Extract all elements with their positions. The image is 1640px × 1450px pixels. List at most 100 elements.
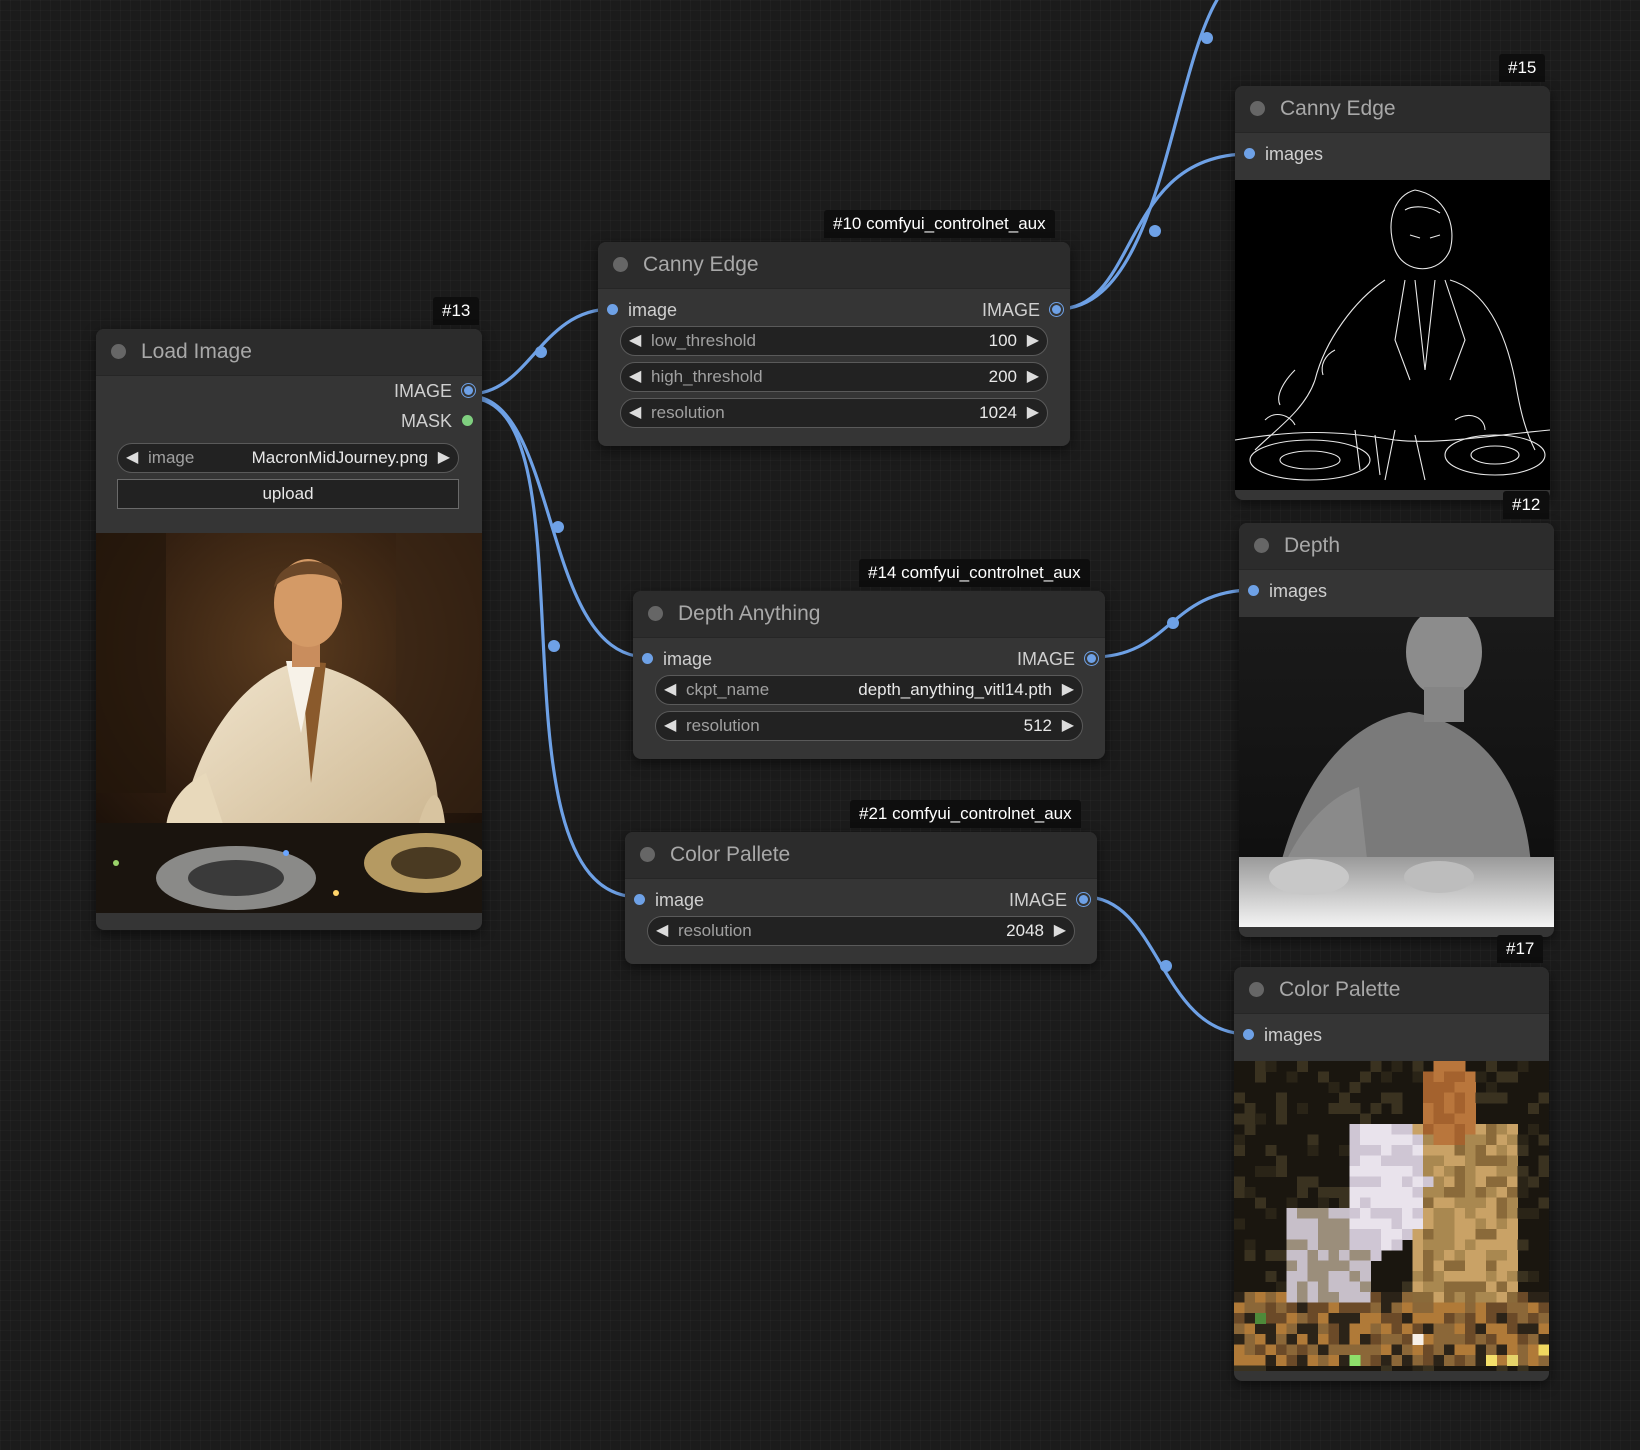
node-id-badge: #12 — [1503, 491, 1550, 519]
increment-arrow-icon[interactable]: ▶ — [1027, 327, 1039, 355]
node-id-badge: #21 comfyui_controlnet_aux — [850, 800, 1081, 828]
node-title-bar[interactable]: Load Image — [96, 329, 482, 376]
output-pin-icon[interactable] — [1079, 895, 1088, 904]
node-id-badge: #15 — [1499, 54, 1546, 82]
node-title-bar[interactable]: Color Palette — [1234, 967, 1549, 1014]
node-title: Canny Edge — [643, 253, 759, 276]
input-label: images — [1269, 581, 1328, 601]
node-title: Load Image — [141, 340, 252, 363]
input-pin-icon[interactable] — [1244, 148, 1255, 159]
decrement-arrow-icon[interactable]: ◀ — [126, 444, 138, 472]
input-slot-row[interactable]: images — [1239, 576, 1554, 606]
collapse-dot-icon[interactable] — [1254, 538, 1269, 553]
link-midpoint — [535, 346, 547, 358]
loaded-image-preview — [96, 533, 482, 913]
link-midpoint — [552, 521, 564, 533]
ckpt-name-widget[interactable]: ◀ ckpt_name depth_anything_vitl14.pth ▶ — [655, 675, 1083, 705]
widget-value: 1024 — [979, 403, 1017, 422]
output-pin-icon[interactable] — [462, 415, 473, 426]
increment-arrow-icon[interactable]: ▶ — [1054, 917, 1066, 945]
input-pin-icon[interactable] — [607, 304, 618, 315]
canny-edge-node[interactable]: Canny Edge image IMAGE ◀ low_threshold 1… — [598, 242, 1070, 446]
io-slot-row[interactable]: image IMAGE — [633, 644, 1105, 674]
link-midpoint — [1149, 225, 1161, 237]
output-label: IMAGE — [1008, 890, 1067, 910]
io-slot-row[interactable]: image IMAGE — [598, 295, 1070, 325]
increment-arrow-icon[interactable]: ▶ — [1062, 676, 1074, 704]
increment-arrow-icon[interactable]: ▶ — [1027, 363, 1039, 391]
widget-value: depth_anything_vitl14.pth — [858, 680, 1052, 699]
increment-arrow-icon[interactable]: ▶ — [438, 444, 450, 472]
decrement-arrow-icon[interactable]: ◀ — [629, 327, 641, 355]
increment-arrow-icon[interactable]: ▶ — [1027, 399, 1039, 427]
widget-label: high_threshold — [651, 367, 763, 386]
collapse-dot-icon[interactable] — [1250, 101, 1265, 116]
decrement-arrow-icon[interactable]: ◀ — [629, 363, 641, 391]
collapse-dot-icon[interactable] — [613, 257, 628, 272]
output-slot-mask[interactable]: MASK — [96, 406, 482, 436]
link-midpoint — [1160, 960, 1172, 972]
link-offscreen-up — [1056, 0, 1219, 311]
node-id-badge: #13 — [433, 297, 480, 325]
preview-palette-node[interactable]: Color Palette images — [1234, 967, 1549, 1381]
io-slot-row[interactable]: image IMAGE — [625, 885, 1097, 915]
resolution-widget[interactable]: ◀ resolution 2048 ▶ — [647, 916, 1075, 946]
widget-label: resolution — [651, 403, 725, 422]
input-slot-row[interactable]: images — [1235, 139, 1550, 169]
input-slot-row[interactable]: images — [1234, 1020, 1549, 1050]
link-palette-to-preview — [1083, 895, 1250, 1036]
input-pin-icon[interactable] — [642, 653, 653, 664]
resolution-widget[interactable]: ◀ resolution 512 ▶ — [655, 711, 1083, 741]
output-label: IMAGE — [981, 300, 1040, 320]
input-pin-icon[interactable] — [634, 894, 645, 905]
input-pin-icon[interactable] — [1243, 1029, 1254, 1040]
node-title-bar[interactable]: Depth — [1239, 523, 1554, 570]
link-midpoint — [1201, 32, 1213, 44]
collapse-dot-icon[interactable] — [648, 606, 663, 621]
node-title-bar[interactable]: Color Pallete — [625, 832, 1097, 879]
low-threshold-widget[interactable]: ◀ low_threshold 100 ▶ — [620, 326, 1048, 356]
decrement-arrow-icon[interactable]: ◀ — [664, 712, 676, 740]
node-title-bar[interactable]: Canny Edge — [1235, 86, 1550, 133]
output-pin-icon[interactable] — [1052, 305, 1061, 314]
widget-label: ckpt_name — [686, 680, 770, 699]
increment-arrow-icon[interactable]: ▶ — [1062, 712, 1074, 740]
output-pin-icon[interactable] — [1087, 654, 1096, 663]
input-pin-icon[interactable] — [1248, 585, 1259, 596]
load-image-node[interactable]: Load Image IMAGE MASK ◀ image MacronMidJ… — [96, 329, 482, 930]
resolution-widget[interactable]: ◀ resolution 1024 ▶ — [620, 398, 1048, 428]
color-pallete-node[interactable]: Color Pallete image IMAGE ◀ resolution 2… — [625, 832, 1097, 964]
preview-depth-node[interactable]: Depth images — [1239, 523, 1554, 937]
decrement-arrow-icon[interactable]: ◀ — [656, 917, 668, 945]
node-title-bar[interactable]: Depth Anything — [633, 591, 1105, 638]
decrement-arrow-icon[interactable]: ◀ — [629, 399, 641, 427]
node-title: Depth Anything — [678, 602, 821, 625]
widget-value: 200 — [988, 367, 1017, 386]
high-threshold-widget[interactable]: ◀ high_threshold 200 ▶ — [620, 362, 1048, 392]
link-midpoint — [1167, 617, 1179, 629]
widget-label: resolution — [678, 921, 752, 940]
output-label: MASK — [400, 411, 452, 431]
upload-button[interactable]: upload — [117, 479, 459, 509]
input-label: images — [1264, 1025, 1323, 1045]
input-label: images — [1265, 144, 1324, 164]
node-id-badge: #17 — [1497, 935, 1544, 963]
node-title: Canny Edge — [1280, 97, 1396, 120]
node-id-badge: #14 comfyui_controlnet_aux — [859, 559, 1090, 587]
output-pin-icon[interactable] — [464, 386, 473, 395]
node-title-bar[interactable]: Canny Edge — [598, 242, 1070, 289]
decrement-arrow-icon[interactable]: ◀ — [664, 676, 676, 704]
widget-value: 512 — [1023, 716, 1052, 735]
image-combo-widget[interactable]: ◀ image MacronMidJourney.png ▶ — [117, 443, 459, 473]
widget-value: 100 — [988, 331, 1017, 350]
color-palette-preview-image — [1234, 1061, 1549, 1371]
output-slot-image[interactable]: IMAGE — [96, 376, 482, 406]
widget-value: MacronMidJourney.png — [251, 448, 428, 467]
collapse-dot-icon[interactable] — [111, 344, 126, 359]
preview-canny-node[interactable]: Canny Edge images — [1235, 86, 1550, 500]
collapse-dot-icon[interactable] — [640, 847, 655, 862]
depth-anything-node[interactable]: Depth Anything image IMAGE ◀ ckpt_name d… — [633, 591, 1105, 759]
link-canny-to-preview — [1056, 152, 1251, 311]
collapse-dot-icon[interactable] — [1249, 982, 1264, 997]
widget-label: low_threshold — [651, 331, 756, 350]
